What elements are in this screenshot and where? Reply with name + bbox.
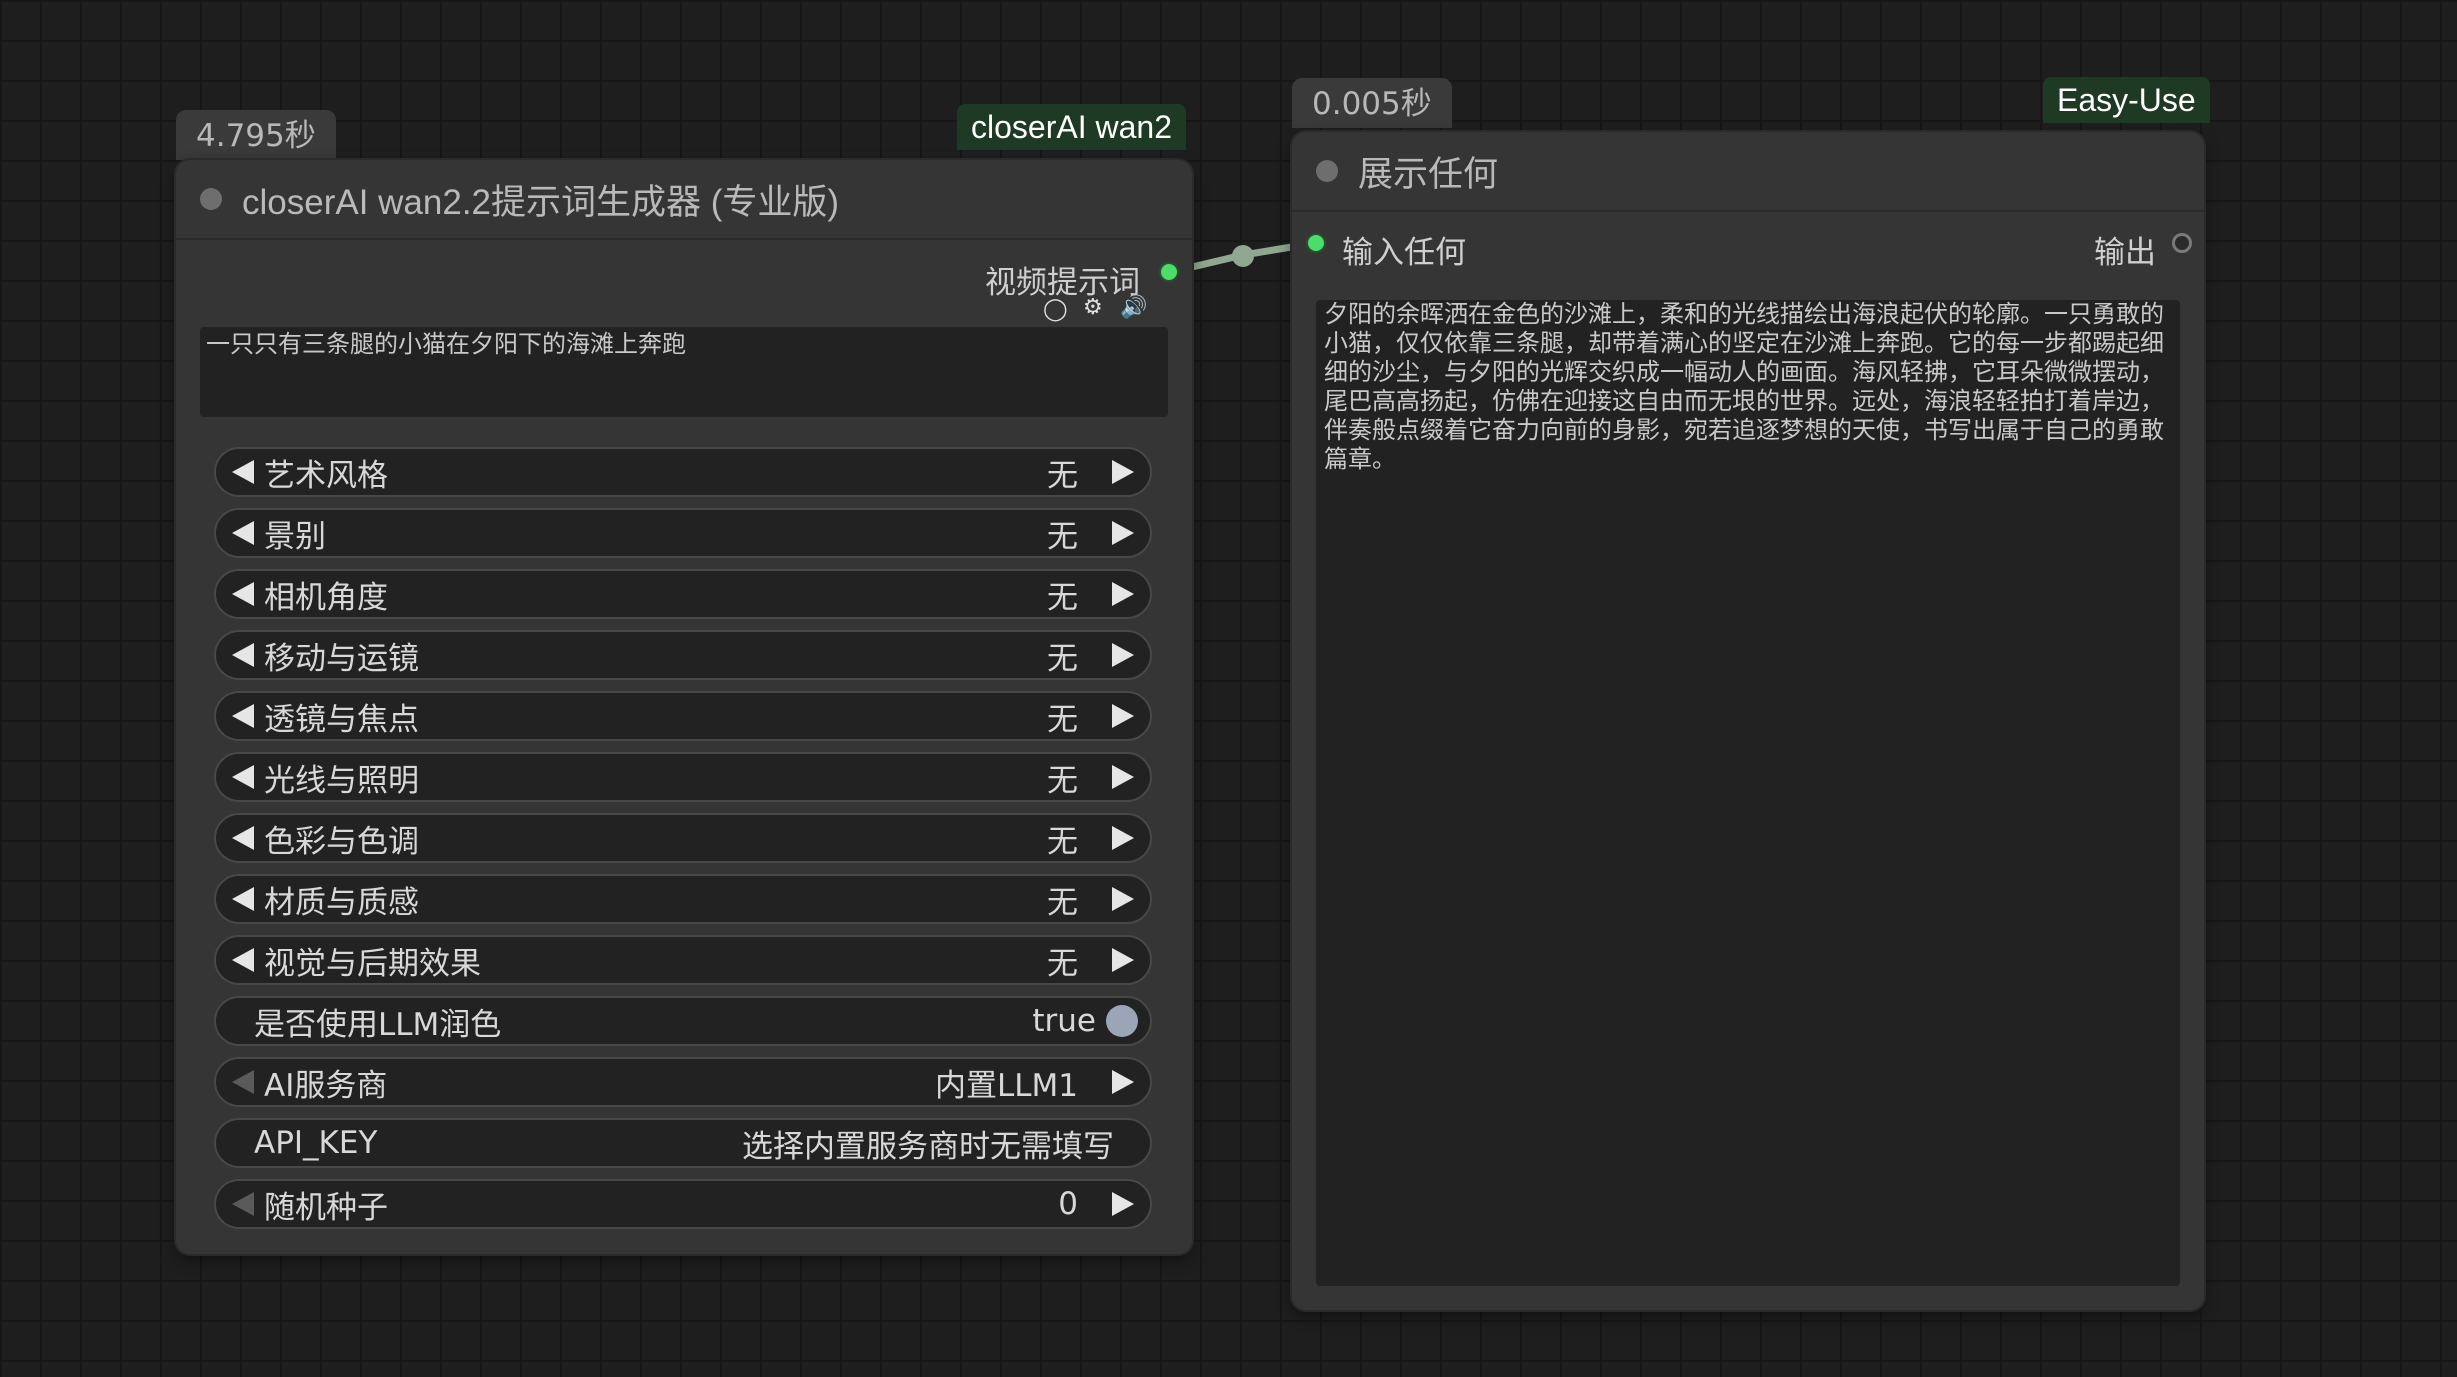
combo-lens-focus[interactable]: 透镜与焦点 无 — [214, 691, 1152, 741]
combo-camera-angle[interactable]: 相机角度 无 — [214, 569, 1152, 619]
node-title: 展示任何 — [1358, 154, 1499, 194]
increment-arrow-icon[interactable] — [1112, 948, 1134, 972]
show-anything-node[interactable]: 展示任何 输入任何 输出 夕阳的余晖洒在金色的沙滩上，柔和的光线描绘出海浪起伏的… — [1292, 132, 2204, 1310]
decrement-arrow-icon[interactable] — [232, 704, 254, 728]
collapse-dot-icon[interactable] — [1316, 160, 1338, 182]
execution-time-badge: 0.005秒 — [1292, 78, 1452, 128]
widget-value: 无 — [1047, 579, 1078, 616]
api-key-field[interactable]: API_KEY 选择内置服务商时无需填写 — [214, 1118, 1152, 1168]
decrement-arrow-icon[interactable] — [232, 765, 254, 789]
widget-value: 无 — [1047, 884, 1078, 921]
decrement-arrow-icon[interactable] — [232, 948, 254, 972]
decrement-arrow-icon[interactable] — [232, 1192, 254, 1216]
widget-label: 移动与运镜 — [264, 640, 419, 677]
widget-label: 色彩与色调 — [264, 823, 419, 860]
widget-label: 是否使用LLM润色 — [254, 1006, 502, 1043]
toggle-value: true — [1032, 1003, 1096, 1039]
decrement-arrow-icon[interactable] — [232, 582, 254, 606]
node-title-bar[interactable]: 展示任何 — [1292, 132, 2204, 212]
widget-value: 无 — [1047, 518, 1078, 555]
increment-arrow-icon[interactable] — [1112, 826, 1134, 850]
increment-arrow-icon[interactable] — [1112, 765, 1134, 789]
widget-label: 相机角度 — [264, 579, 388, 616]
widget-value: 无 — [1047, 701, 1078, 738]
toggle-llm-polish[interactable]: 是否使用LLM润色 true — [214, 996, 1152, 1046]
increment-arrow-icon[interactable] — [1112, 460, 1134, 484]
execution-time-badge: 4.795秒 — [176, 110, 336, 160]
combo-color-tone[interactable]: 色彩与色调 无 — [214, 813, 1152, 863]
widget-value: 无 — [1047, 640, 1078, 677]
increment-arrow-icon[interactable] — [1112, 521, 1134, 545]
number-seed[interactable]: 随机种子 0 — [214, 1179, 1152, 1229]
decrement-arrow-icon[interactable] — [232, 887, 254, 911]
display-textarea[interactable]: 夕阳的余晖洒在金色的沙滩上，柔和的光线描绘出海浪起伏的轮廓。一只勇敢的小猫，仅仅… — [1316, 300, 2180, 1286]
widget-label: 景别 — [264, 518, 326, 555]
output-socket[interactable] — [2172, 233, 2192, 253]
widget-label: 透镜与焦点 — [264, 701, 419, 738]
toggle-knob[interactable] — [1106, 1005, 1138, 1037]
node-source-tag: Easy-Use — [2043, 77, 2210, 123]
widget-value: 无 — [1047, 823, 1078, 860]
node-title: closerAI wan2.2提示词生成器 (专业版) — [242, 182, 840, 222]
increment-arrow-icon[interactable] — [1112, 887, 1134, 911]
decrement-arrow-icon[interactable] — [232, 1070, 254, 1094]
increment-arrow-icon[interactable] — [1112, 1192, 1134, 1216]
combo-camera-movement[interactable]: 移动与运镜 无 — [214, 630, 1152, 680]
combo-art-style[interactable]: 艺术风格 无 — [214, 447, 1152, 497]
speaker-icon[interactable]: 🔊 — [1120, 296, 1147, 320]
widget-value: 无 — [1047, 457, 1078, 494]
combo-shot-size[interactable]: 景别 无 — [214, 508, 1152, 558]
gear-icon[interactable]: ⚙ — [1083, 296, 1103, 320]
increment-arrow-icon[interactable] — [1112, 704, 1134, 728]
widget-label: 随机种子 — [264, 1189, 388, 1226]
increment-arrow-icon[interactable] — [1112, 643, 1134, 667]
collapse-dot-icon[interactable] — [200, 188, 222, 210]
circle-icon[interactable]: ◯ — [1043, 298, 1068, 322]
input-slot-label: 输入任何 — [1342, 235, 1466, 271]
widget-value: 内置LLM1 — [934, 1067, 1078, 1104]
decrement-arrow-icon[interactable] — [232, 521, 254, 545]
prompt-textarea[interactable]: 一只只有三条腿的小猫在夕阳下的海滩上奔跑 — [200, 327, 1168, 417]
decrement-arrow-icon[interactable] — [232, 643, 254, 667]
increment-arrow-icon[interactable] — [1112, 582, 1134, 606]
combo-ai-provider[interactable]: AI服务商 内置LLM1 — [214, 1057, 1152, 1107]
prompt-generator-node[interactable]: closerAI wan2.2提示词生成器 (专业版) 视频提示词 ◯ ⚙ 🔊 … — [176, 160, 1192, 1254]
widget-label: 材质与质感 — [264, 884, 419, 921]
widget-label: 艺术风格 — [264, 457, 388, 494]
decrement-arrow-icon[interactable] — [232, 460, 254, 484]
output-slot-label: 视频提示词 — [985, 265, 1140, 301]
input-socket[interactable] — [1308, 235, 1324, 251]
combo-visual-effects[interactable]: 视觉与后期效果 无 — [214, 935, 1152, 985]
node-title-bar[interactable]: closerAI wan2.2提示词生成器 (专业版) — [176, 160, 1192, 240]
widget-label: AI服务商 — [264, 1067, 388, 1104]
combo-material-texture[interactable]: 材质与质感 无 — [214, 874, 1152, 924]
widget-label: 视觉与后期效果 — [264, 945, 481, 982]
decrement-arrow-icon[interactable] — [232, 826, 254, 850]
output-socket[interactable] — [1161, 264, 1177, 280]
combo-lighting[interactable]: 光线与照明 无 — [214, 752, 1152, 802]
widget-value: 0 — [1058, 1186, 1078, 1222]
widget-value: 无 — [1047, 945, 1078, 982]
widget-value: 无 — [1047, 762, 1078, 799]
output-slot-label: 输出 — [2094, 235, 2156, 271]
widget-label: API_KEY — [254, 1125, 378, 1161]
increment-arrow-icon[interactable] — [1112, 1070, 1134, 1094]
widget-value: 选择内置服务商时无需填写 — [742, 1128, 1114, 1165]
widget-label: 光线与照明 — [264, 762, 419, 799]
node-source-tag: closerAI wan2 — [957, 104, 1186, 150]
